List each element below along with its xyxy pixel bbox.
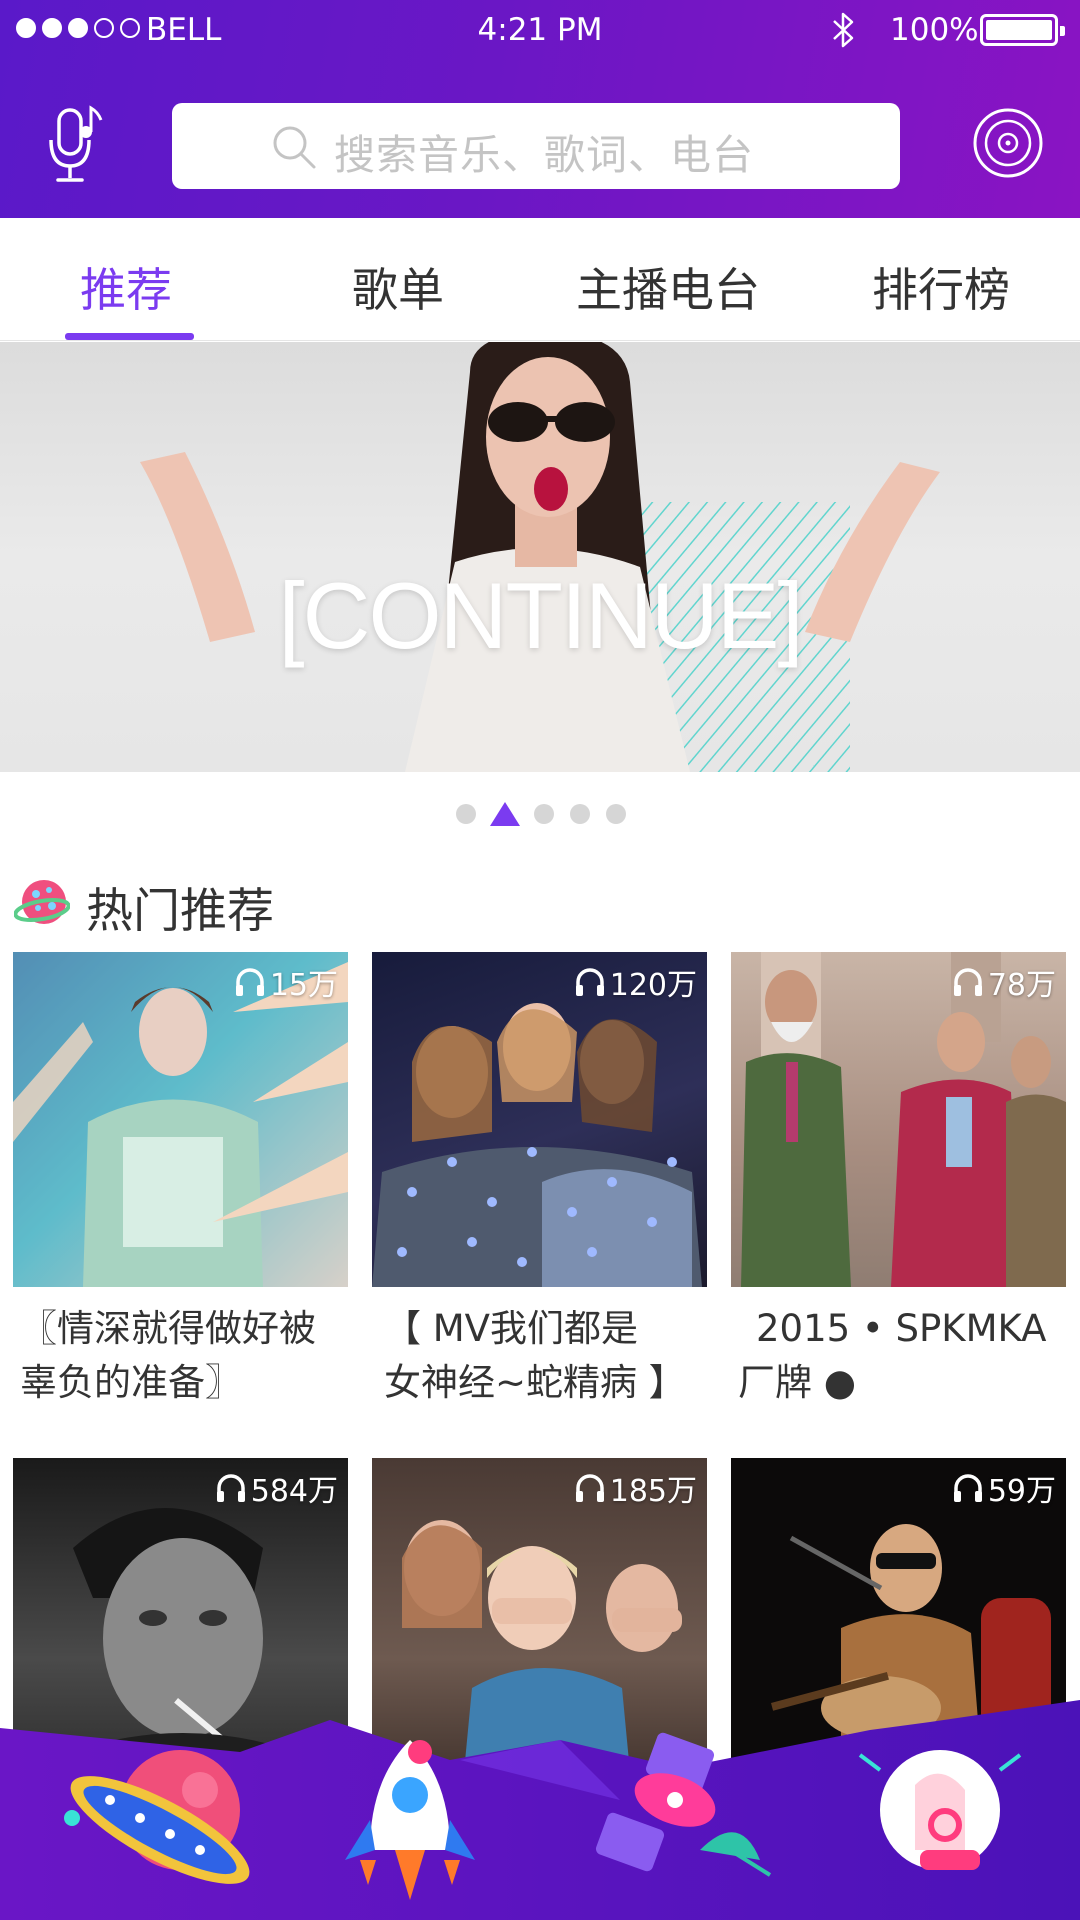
carousel-pager (456, 802, 626, 826)
planet-icon (14, 880, 70, 924)
status-bar: BELL 4:21 PM 100% (0, 0, 1080, 60)
voice-search-mic-icon[interactable] (46, 104, 106, 186)
headphones-icon (953, 968, 982, 996)
pager-dot[interactable] (456, 804, 476, 824)
headphones-icon (953, 1474, 982, 1502)
headphones-icon (575, 1474, 604, 1502)
banner-title: [CONTINUE] (278, 563, 803, 668)
bluetooth-icon (833, 12, 854, 48)
pager-dot[interactable] (570, 804, 590, 824)
tab-playlists[interactable]: 歌单 (352, 254, 444, 320)
search-icon (273, 126, 316, 169)
tab-recommend[interactable]: 推荐 (80, 254, 172, 320)
pager-current-indicator (490, 802, 520, 826)
playlist-caption[interactable]: 2015 • SPKMKA 厂牌 ● (738, 1302, 1078, 1410)
playlist-card-3[interactable]: 78万 (731, 952, 1066, 1287)
bottom-nav-bar (0, 1700, 1080, 1920)
playlist-card-2[interactable]: 120万 (372, 952, 707, 1287)
tab-charts[interactable]: 排行榜 (872, 254, 1010, 320)
top-header: BELL 4:21 PM 100% 搜索音乐、歌词、电台 (0, 0, 1080, 218)
headphones-icon (216, 1474, 245, 1502)
playlist-caption[interactable]: 〖情深就得做好被 辜负的准备〗 (20, 1302, 360, 1410)
playlist-card-1[interactable]: 15万 (13, 952, 348, 1287)
now-playing-disc-icon[interactable] (972, 107, 1044, 179)
playlist-caption[interactable]: 【 MV我们都是 女神经~蛇精病 】 (384, 1302, 724, 1410)
play-count: 185万 (574, 1466, 697, 1510)
banner-image (140, 342, 940, 772)
hot-recommend-title: 热门推荐 (86, 884, 274, 939)
headphones-icon (575, 968, 604, 996)
play-count: 584万 (215, 1466, 338, 1510)
pager-dot[interactable] (606, 804, 626, 824)
play-count: 59万 (952, 1466, 1056, 1510)
search-placeholder: 搜索音乐、歌词、电台 (334, 131, 754, 179)
active-tab-indicator (65, 333, 194, 340)
play-count: 78万 (952, 960, 1056, 1004)
tab-radio[interactable]: 主播电台 (576, 254, 760, 320)
play-count: 15万 (234, 960, 338, 1004)
category-tabs: 推荐 歌单 主播电台 排行榜 (0, 218, 1080, 341)
search-box[interactable]: 搜索音乐、歌词、电台 (172, 103, 900, 189)
pager-dot[interactable] (534, 804, 554, 824)
play-count: 120万 (574, 960, 697, 1004)
banner-carousel[interactable]: [CONTINUE] (0, 342, 1080, 772)
battery-icon (980, 14, 1065, 46)
battery-percentage: 100% (890, 12, 979, 48)
headphones-icon (235, 968, 264, 996)
